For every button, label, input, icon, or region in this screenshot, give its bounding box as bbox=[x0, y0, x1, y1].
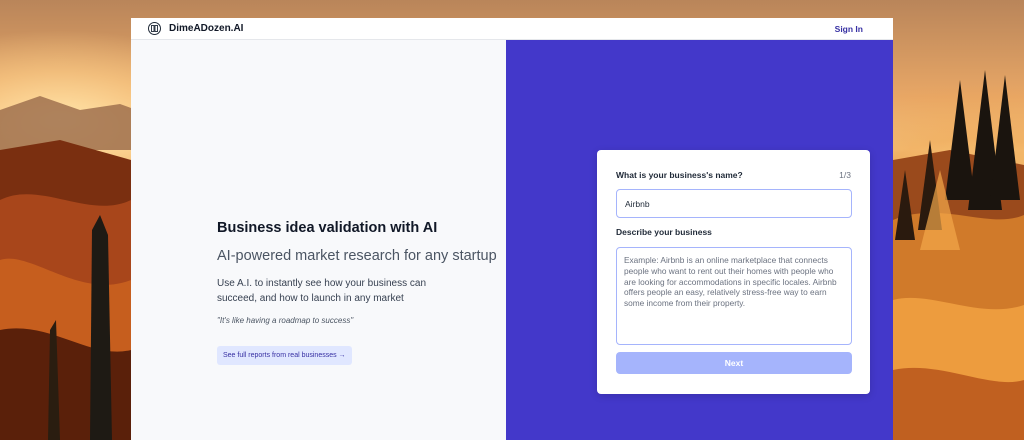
brand-logo-icon bbox=[148, 22, 161, 35]
business-description-label: Describe your business bbox=[616, 227, 712, 237]
top-navbar: DimeADozen.AI Sign In bbox=[131, 18, 893, 40]
sign-in-link[interactable]: Sign In bbox=[835, 24, 863, 34]
step-indicator: 1/3 bbox=[839, 170, 851, 180]
business-name-input[interactable]: Airbnb bbox=[616, 189, 852, 218]
business-description-textarea[interactable]: Example: Airbnb is an online marketplace… bbox=[616, 247, 852, 345]
hero-quote: "It's like having a roadmap to success" bbox=[217, 316, 354, 325]
next-button[interactable]: Next bbox=[616, 352, 852, 374]
form-panel: What is your business's name? 1/3 Airbnb… bbox=[506, 40, 893, 440]
brand-name: DimeADozen.AI bbox=[169, 23, 244, 34]
brand[interactable]: DimeADozen.AI bbox=[148, 22, 243, 35]
hero-description: Use A.I. to instantly see how your busin… bbox=[217, 278, 426, 304]
business-name-label: What is your business's name? bbox=[616, 170, 743, 180]
hero-panel: Business idea validation with AI AI-powe… bbox=[131, 40, 506, 440]
hero-subtitle: AI-powered market research for any start… bbox=[217, 248, 497, 264]
see-reports-button[interactable]: See full reports from real businesses → bbox=[217, 346, 352, 365]
hero-title: Business idea validation with AI bbox=[217, 220, 438, 236]
browser-window: DimeADozen.AI Sign In Business idea vali… bbox=[131, 18, 893, 440]
business-form-card: What is your business's name? 1/3 Airbnb… bbox=[597, 150, 870, 394]
